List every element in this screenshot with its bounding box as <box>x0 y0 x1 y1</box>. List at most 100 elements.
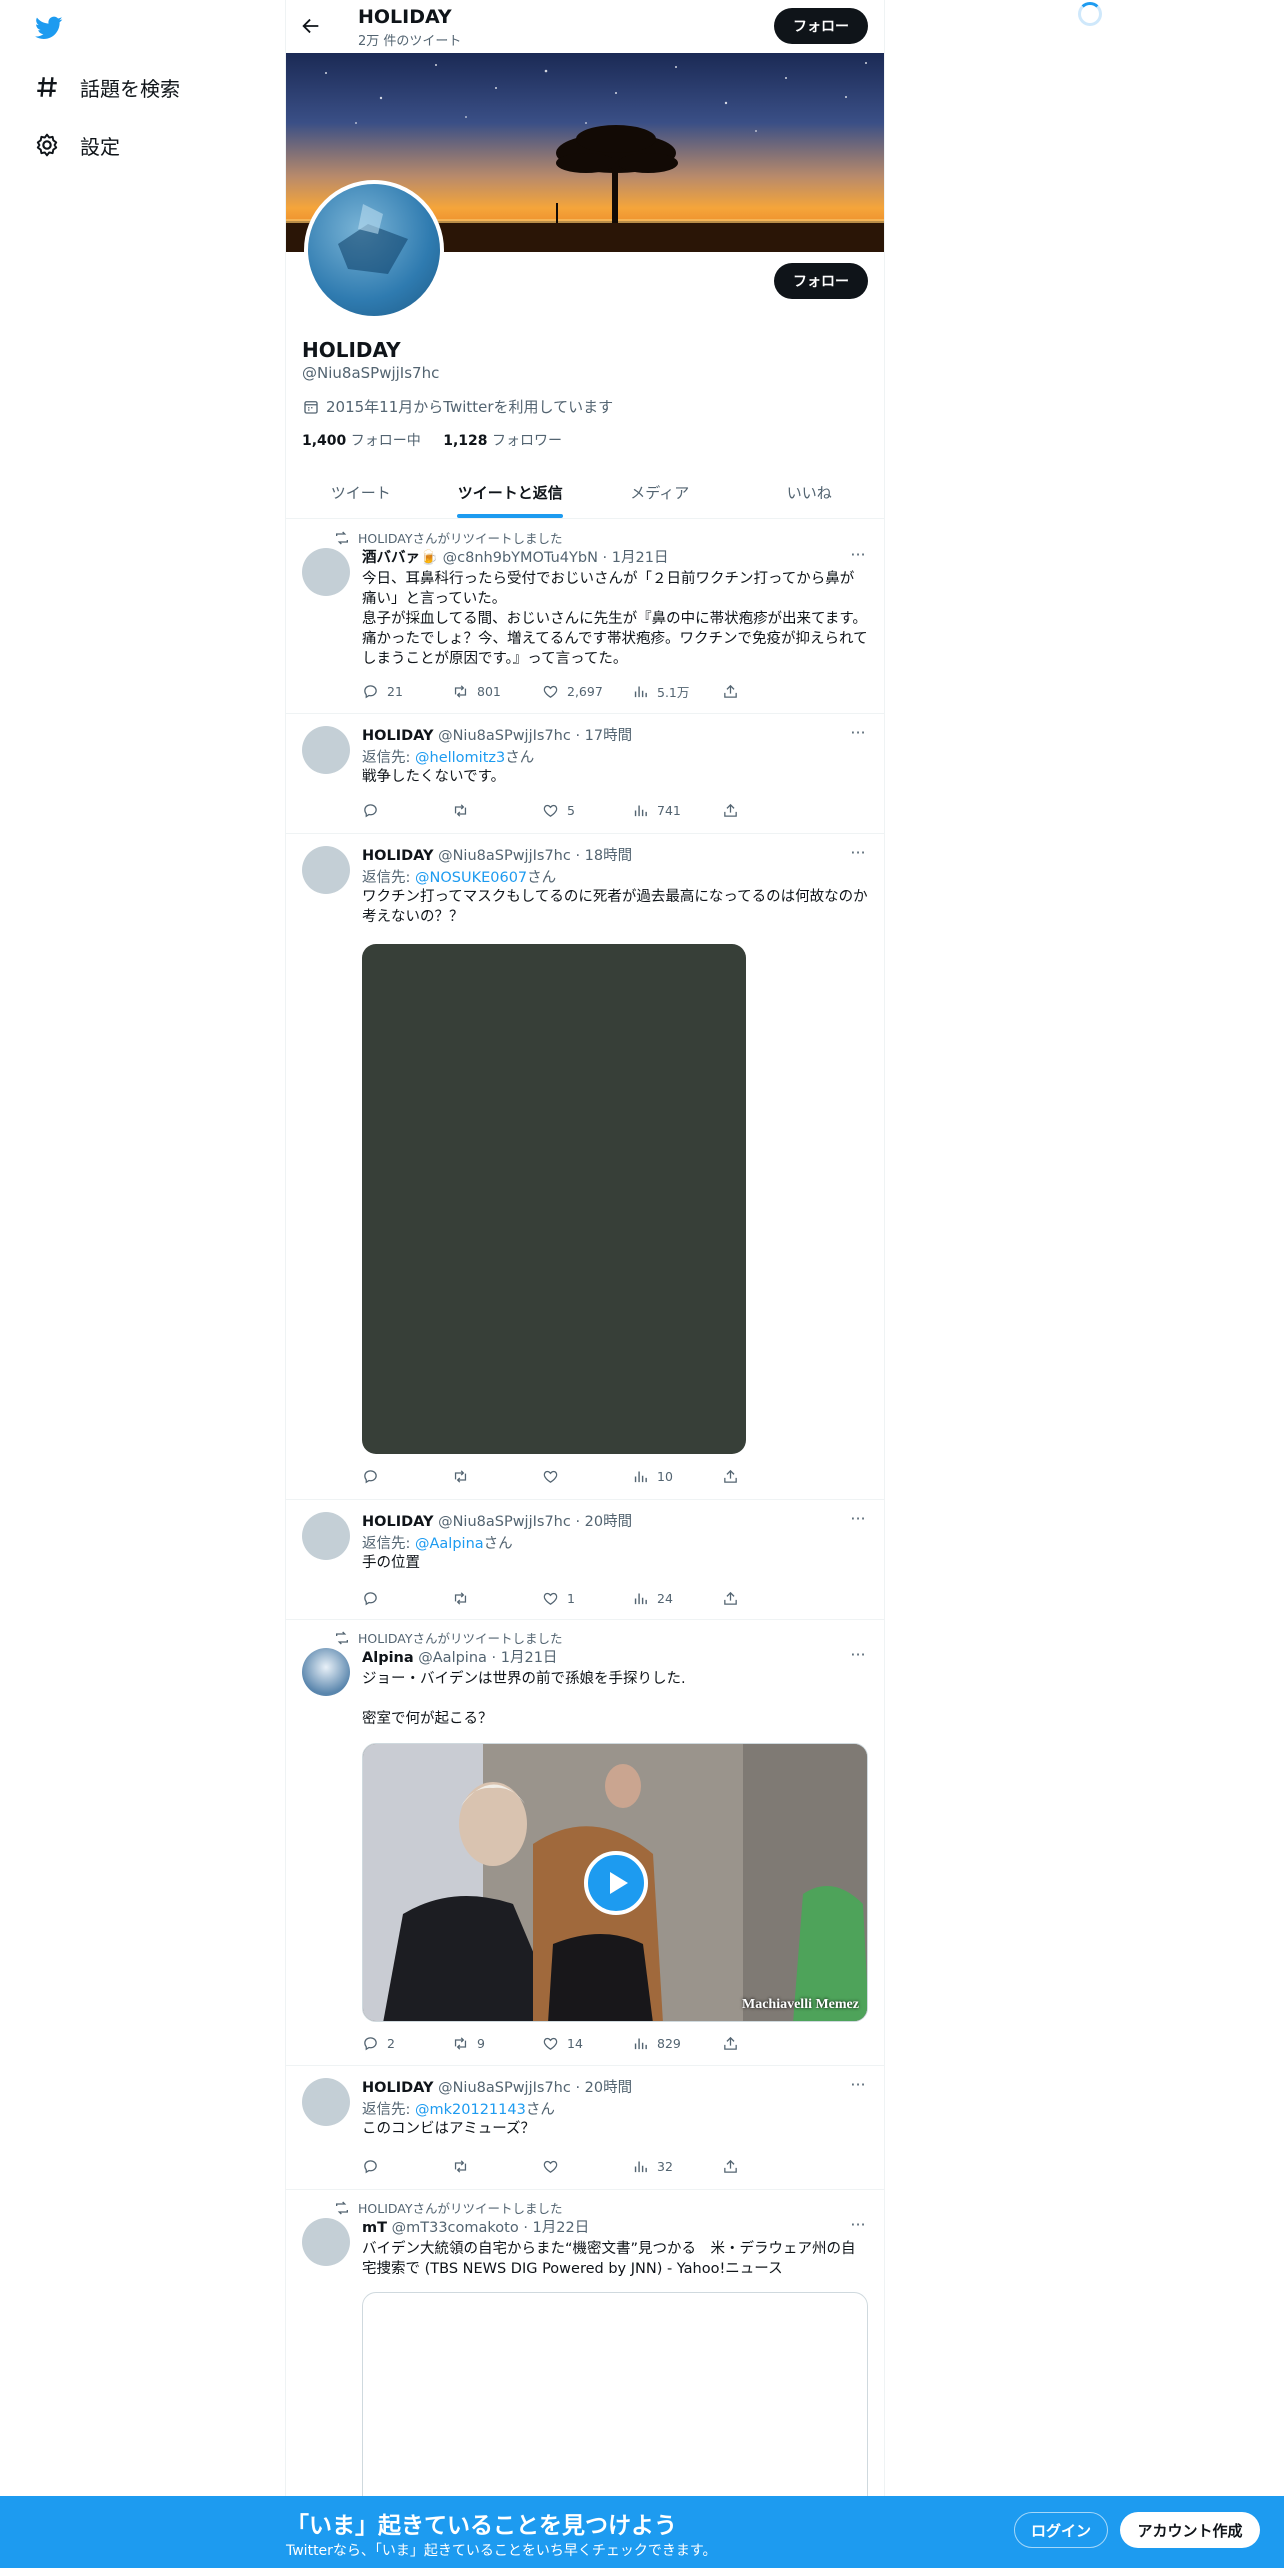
tweet-author-name[interactable]: Alpina <box>362 1650 414 1666</box>
reply-to-link[interactable]: @hellomitz3 <box>415 750 505 766</box>
like-button[interactable]: 1 <box>542 1588 632 1608</box>
more-icon[interactable]: ··· <box>848 725 868 746</box>
back-arrow-icon[interactable] <box>300 15 322 37</box>
reply-to-link[interactable]: @NOSUKE0607 <box>415 870 527 886</box>
like-button[interactable]: 14 <box>542 2033 632 2053</box>
retweet-button[interactable] <box>452 2156 542 2176</box>
retweet-button[interactable] <box>452 800 542 820</box>
author-badge: 🍺 <box>420 550 439 566</box>
signup-button[interactable]: アカウント作成 <box>1120 2512 1260 2548</box>
more-icon[interactable]: ··· <box>848 2077 868 2098</box>
reply-button[interactable] <box>362 800 452 820</box>
like-button[interactable] <box>542 2156 632 2176</box>
share-button[interactable] <box>722 1466 752 1486</box>
like-button[interactable]: 5 <box>542 800 632 820</box>
share-button[interactable] <box>722 2156 752 2176</box>
nav-explore-label: 話題を検索 <box>80 76 180 101</box>
reply-to-link[interactable]: @Aalpina <box>415 1536 484 1552</box>
tweet-media-image[interactable] <box>362 944 746 1454</box>
tweet[interactable]: HOLIDAYさんがリツイートしました Alpina @Aalpina · 1月… <box>286 1620 884 2066</box>
tweet-time[interactable]: 20時間 <box>585 2080 632 2096</box>
followers-link[interactable]: 1,128 フォロワー <box>443 433 562 449</box>
reply-button[interactable]: 2 <box>362 2033 452 2053</box>
reply-button[interactable] <box>362 2156 452 2176</box>
tweet-time[interactable]: 20時間 <box>585 1514 632 1530</box>
retweet-button[interactable]: 9 <box>452 2033 542 2053</box>
tweet-author-handle[interactable]: @Niu8aSPwjjIs7hc <box>438 728 571 744</box>
tweet-video[interactable]: Machiavelli Memez <box>362 1743 868 2022</box>
share-button[interactable] <box>722 681 752 701</box>
tweet-author-handle[interactable]: @Niu8aSPwjjIs7hc <box>438 1514 571 1530</box>
heart-icon <box>543 804 558 817</box>
tweet-author-handle[interactable]: @Aalpina <box>418 1650 487 1666</box>
share-button[interactable] <box>722 2033 752 2053</box>
tweet-time[interactable]: 1月21日 <box>612 550 669 566</box>
tweet[interactable]: HOLIDAYさんがリツイートしました 酒ババァ🍺 @c8nh9bYMOTu4Y… <box>286 520 884 714</box>
views-button[interactable]: 829 <box>632 2033 722 2053</box>
avatar[interactable] <box>302 1512 350 1560</box>
retweet-indicator-text: HOLIDAYさんがリツイートしました <box>358 531 563 546</box>
tweet[interactable]: HOLIDAY @Niu8aSPwjjIs7hc · 17時間 ··· 返信先:… <box>286 714 884 834</box>
nav-settings[interactable]: 設定 <box>34 125 120 165</box>
share-button[interactable] <box>722 1588 752 1608</box>
avatar[interactable] <box>302 2218 350 2266</box>
share-button[interactable] <box>722 800 752 820</box>
tweet-author-name[interactable]: 酒ババァ <box>362 550 420 566</box>
play-button[interactable] <box>584 1851 648 1915</box>
tab-likes[interactable]: いいね <box>735 466 885 518</box>
retweet-button[interactable] <box>452 1466 542 1486</box>
tweet-author-handle[interactable]: @mT33comakoto <box>392 2220 519 2236</box>
nav-explore[interactable]: 話題を検索 <box>34 67 180 107</box>
tweet-author-name[interactable]: HOLIDAY <box>362 728 433 744</box>
tweet[interactable]: HOLIDAY @Niu8aSPwjjIs7hc · 20時間 ··· 返信先:… <box>286 1500 884 1620</box>
retweet-icon <box>454 1469 467 1483</box>
more-icon[interactable]: ··· <box>848 1647 868 1668</box>
tweet-time[interactable]: 18時間 <box>585 848 632 864</box>
more-icon[interactable]: ··· <box>848 1511 868 1532</box>
retweet-button[interactable] <box>452 1588 542 1608</box>
tweet[interactable]: HOLIDAY @Niu8aSPwjjIs7hc · 18時間 ··· 返信先:… <box>286 834 884 1500</box>
tab-tweets[interactable]: ツイート <box>286 466 436 518</box>
views-button[interactable]: 24 <box>632 1588 722 1608</box>
signup-banner-title: 「いま」起きていることを見つけよう <box>286 2513 677 2539</box>
views-button[interactable]: 10 <box>632 1466 722 1486</box>
tweet-time[interactable]: 1月22日 <box>533 2220 590 2236</box>
avatar[interactable] <box>302 726 350 774</box>
tweet-author-handle[interactable]: @Niu8aSPwjjIs7hc <box>438 848 571 864</box>
avatar[interactable] <box>302 2078 350 2126</box>
views-button[interactable]: 32 <box>632 2156 722 2176</box>
tweet-time[interactable]: 1月21日 <box>501 1650 558 1666</box>
reply-icon <box>364 2159 377 2173</box>
profile-follow-button[interactable]: フォロー <box>774 263 868 299</box>
views-button[interactable]: 741 <box>632 800 722 820</box>
more-icon[interactable]: ··· <box>848 845 868 866</box>
like-button[interactable]: 2,697 <box>542 681 632 701</box>
views-button[interactable]: 5.1万 <box>632 681 722 701</box>
reply-button[interactable] <box>362 1466 452 1486</box>
avatar[interactable] <box>302 1648 350 1696</box>
profile-avatar[interactable] <box>304 180 444 320</box>
like-button[interactable] <box>542 1466 632 1486</box>
twitter-logo-icon[interactable] <box>34 14 64 42</box>
avatar[interactable] <box>302 548 350 596</box>
tab-media[interactable]: メディア <box>585 466 735 518</box>
tweet-author-name[interactable]: mT <box>362 2220 387 2236</box>
more-icon[interactable]: ··· <box>848 2217 868 2238</box>
tweet-author-handle[interactable]: @Niu8aSPwjjIs7hc <box>438 2080 571 2096</box>
retweet-button[interactable]: 801 <box>452 681 542 701</box>
header-follow-button[interactable]: フォロー <box>774 8 868 44</box>
avatar[interactable] <box>302 846 350 894</box>
reply-button[interactable]: 21 <box>362 681 452 701</box>
tweet-time[interactable]: 17時間 <box>585 728 632 744</box>
more-icon[interactable]: ··· <box>848 547 868 568</box>
tweet-author-name[interactable]: HOLIDAY <box>362 1514 433 1530</box>
login-button[interactable]: ログイン <box>1014 2512 1108 2548</box>
following-link[interactable]: 1,400 フォロー中 <box>302 433 421 449</box>
tweet[interactable]: HOLIDAY @Niu8aSPwjjIs7hc · 20時間 ··· 返信先:… <box>286 2066 884 2190</box>
tweet-author-name[interactable]: HOLIDAY <box>362 848 433 864</box>
reply-to-link[interactable]: @mk20121143 <box>415 2102 526 2118</box>
reply-button[interactable] <box>362 1588 452 1608</box>
tweet-author-handle[interactable]: @c8nh9bYMOTu4YbN <box>443 550 598 566</box>
tab-tweets-and-replies[interactable]: ツイートと返信 <box>436 466 586 518</box>
tweet-author-name[interactable]: HOLIDAY <box>362 2080 433 2096</box>
